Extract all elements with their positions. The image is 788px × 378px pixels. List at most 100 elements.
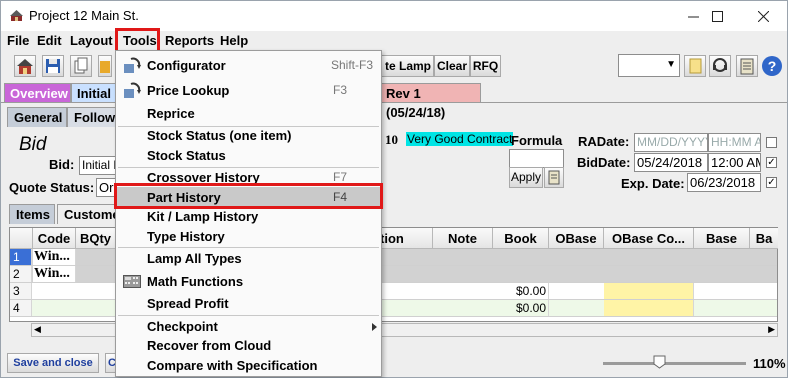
menu-item-label: Kit / Lamp History: [147, 209, 259, 224]
tab-follow[interactable]: Follow: [67, 107, 117, 127]
menu-layout[interactable]: Layout: [67, 32, 116, 50]
cell-code[interactable]: Win...: [33, 249, 76, 265]
menu-item-math-functions[interactable]: Math Functions: [117, 271, 380, 292]
toolbar-folder-button[interactable]: [98, 55, 112, 77]
menu-item-reprice[interactable]: Reprice: [117, 103, 380, 124]
menu-item-label: Configurator: [147, 58, 226, 73]
toolbar-save-button[interactable]: [42, 55, 64, 77]
menu-item-label: Compare with Specification: [147, 358, 318, 373]
toolbar-copy-button[interactable]: [70, 55, 92, 77]
toolbar-home-button[interactable]: [14, 55, 36, 77]
zoom-slider-handle[interactable]: [653, 355, 666, 369]
expdate-checkbox[interactable]: ✓: [766, 177, 777, 188]
radate-time-field[interactable]: HH:MM A: [708, 133, 761, 152]
expdate-label: Exp. Date:: [621, 176, 685, 191]
menu-item-type-history[interactable]: Type History: [117, 226, 380, 247]
apply-button[interactable]: Apply: [509, 167, 543, 188]
column-header-book[interactable]: Book: [493, 228, 549, 249]
menu-item-shortcut: Shift-F3: [331, 58, 374, 72]
scroll-left-icon: ◀: [34, 324, 41, 334]
contract-badge: Very Good Contract: [406, 132, 514, 146]
toolbar-dropdown[interactable]: ▼: [618, 54, 680, 77]
headset-icon: [713, 58, 727, 72]
menu-item-stock-status[interactable]: Stock Status: [117, 145, 380, 166]
close-button[interactable]: [741, 1, 785, 31]
column-header-obase-code[interactable]: OBase Co...: [604, 228, 694, 249]
cell-book[interactable]: $0.00: [493, 283, 549, 299]
row-number: 1: [10, 249, 32, 265]
toolbar-notes-button[interactable]: [736, 55, 758, 77]
menu-item-kit-lamp-history[interactable]: Kit / Lamp History: [117, 206, 380, 227]
row-number: 2: [10, 266, 32, 282]
menu-help[interactable]: Help: [217, 32, 251, 50]
menu-item-shortcut: F3: [333, 83, 348, 97]
radate-label: RADate:: [578, 134, 630, 149]
radate-checkbox[interactable]: [766, 137, 777, 148]
column-header-bqty[interactable]: BQty: [76, 228, 116, 249]
cell-obase-code[interactable]: [604, 283, 694, 299]
formula-notes-button[interactable]: [544, 167, 564, 188]
menu-item-label: Reprice: [147, 106, 195, 121]
toolbar-support-button[interactable]: [709, 55, 731, 77]
column-header-obase[interactable]: OBase: [549, 228, 604, 249]
menu-item-configurator[interactable]: Configurator Shift-F3: [117, 55, 380, 76]
price-lookup-icon: [124, 82, 141, 98]
tab-initial[interactable]: Initial: [71, 83, 117, 102]
floppy-icon: [46, 59, 60, 73]
menu-item-spread-profit[interactable]: Spread Profit: [117, 293, 380, 314]
toolbar-help-button[interactable]: ?: [761, 55, 783, 77]
tab-rev-1[interactable]: Rev 1 (05/24/18): [380, 83, 481, 120]
bid-field[interactable]: Initial B: [79, 156, 117, 175]
menu-file[interactable]: File: [4, 32, 32, 50]
menu-item-stock-status-one[interactable]: Stock Status (one item): [117, 125, 380, 146]
formula-field[interactable]: [509, 149, 564, 168]
menu-item-checkpoint[interactable]: Checkpoint: [117, 316, 380, 337]
part-history-highlight: [114, 183, 383, 209]
save-and-close-button[interactable]: Save and close: [7, 353, 99, 373]
help-icon: ?: [762, 56, 782, 76]
menu-item-label: Type History: [147, 229, 225, 244]
menu-item-lamp-all-types[interactable]: Lamp All Types: [117, 248, 380, 269]
toolbar-rfq-button[interactable]: RFQ: [470, 55, 501, 77]
toolbar-document-button[interactable]: [684, 55, 706, 77]
biddate-time-field[interactable]: 12:00 AM: [708, 153, 761, 172]
menu-item-label: Spread Profit: [147, 296, 229, 311]
cell-code[interactable]: Win...: [33, 266, 76, 282]
column-header-base[interactable]: Base: [694, 228, 750, 249]
svg-text:?: ?: [768, 58, 777, 74]
tab-items[interactable]: Items: [9, 204, 55, 224]
house-icon: [17, 59, 33, 74]
tab-general[interactable]: General: [7, 107, 67, 127]
menu-item-label: Lamp All Types: [147, 251, 242, 266]
menu-item-compare-with-specification[interactable]: Compare with Specification: [117, 355, 380, 376]
column-header-description[interactable]: tion: [376, 228, 433, 249]
expdate-field[interactable]: 06/23/2018: [687, 173, 761, 192]
zoom-level: 110%: [753, 356, 786, 371]
menu-item-recover-from-cloud[interactable]: Recover from Cloud: [117, 335, 380, 356]
scroll-right-icon: ▶: [768, 324, 775, 334]
row-number: 4: [10, 300, 32, 316]
tab-overview[interactable]: Overview: [4, 83, 71, 102]
biddate-field[interactable]: 05/24/2018: [634, 153, 708, 172]
column-header-note[interactable]: Note: [433, 228, 493, 249]
bid-heading: Bid: [19, 134, 47, 155]
column-header-ba[interactable]: Ba: [750, 228, 778, 249]
radate-field[interactable]: MM/DD/YYYY: [634, 133, 708, 152]
menu-edit[interactable]: Edit: [34, 32, 65, 50]
biddate-checkbox[interactable]: ✓: [766, 157, 777, 168]
maximize-icon: [711, 10, 723, 22]
column-header-code[interactable]: Code: [33, 228, 76, 249]
cell-obase-code[interactable]: [604, 300, 694, 316]
menu-reports[interactable]: Reports: [162, 32, 217, 50]
chevron-down-icon: ▼: [666, 59, 676, 70]
cell-book[interactable]: $0.00: [493, 300, 549, 316]
toolbar-clear-button[interactable]: Clear: [434, 55, 470, 77]
toolbar-lamp-button[interactable]: te Lamp: [379, 55, 434, 77]
maximize-button[interactable]: [695, 1, 739, 31]
zoom-slider[interactable]: [603, 362, 746, 365]
menu-item-label: Recover from Cloud: [147, 338, 272, 353]
tab-customer[interactable]: Custome: [57, 204, 120, 224]
menu-item-price-lookup[interactable]: Price Lookup F3: [117, 80, 380, 101]
menu-item-label: Checkpoint: [147, 319, 218, 334]
bid-label: Bid:: [49, 157, 75, 172]
